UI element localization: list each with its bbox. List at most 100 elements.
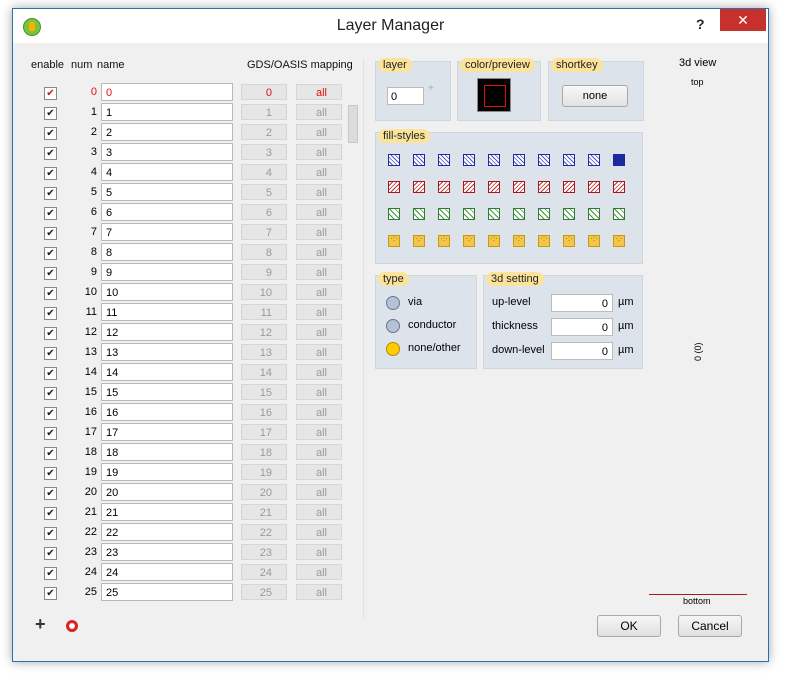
oasis-mapping-field[interactable]: all [296, 224, 342, 240]
fill-style-swatch[interactable] [513, 234, 525, 247]
fill-style-swatch[interactable] [563, 181, 575, 193]
layer-name-input[interactable]: 8 [101, 243, 233, 261]
layer-name-input[interactable]: 15 [101, 383, 233, 401]
oasis-mapping-field[interactable]: all [296, 204, 342, 220]
gds-mapping-field[interactable]: 12 [241, 324, 287, 340]
enable-checkbox[interactable]: ✔ [44, 87, 57, 100]
layer-name-input[interactable]: 11 [101, 303, 233, 321]
fill-style-swatch[interactable] [413, 154, 425, 166]
enable-checkbox[interactable]: ✔ [44, 207, 57, 220]
enable-checkbox[interactable]: ✔ [44, 427, 57, 440]
layer-name-input[interactable]: 24 [101, 563, 233, 581]
oasis-mapping-field[interactable]: all [296, 264, 342, 280]
enable-checkbox[interactable]: ✔ [44, 227, 57, 240]
fill-style-swatch[interactable] [488, 154, 500, 166]
layer-name-input[interactable]: 6 [101, 203, 233, 221]
layer-name-input[interactable]: 0 [101, 83, 233, 101]
enable-checkbox[interactable]: ✔ [44, 587, 57, 600]
layer-input[interactable]: 0 [387, 87, 424, 105]
gds-mapping-field[interactable]: 6 [241, 204, 287, 220]
via-radio[interactable] [386, 296, 400, 310]
layer-name-input[interactable]: 7 [101, 223, 233, 241]
spin-up-icon[interactable]: + [428, 83, 434, 94]
enable-checkbox[interactable]: ✔ [44, 367, 57, 380]
enable-checkbox[interactable]: ✔ [44, 507, 57, 520]
fill-style-swatch[interactable] [538, 154, 550, 166]
gds-mapping-field[interactable]: 19 [241, 464, 287, 480]
layer-name-input[interactable]: 18 [101, 443, 233, 461]
enable-checkbox[interactable]: ✔ [44, 267, 57, 280]
gds-mapping-field[interactable]: 23 [241, 544, 287, 560]
fill-style-swatch[interactable] [588, 208, 600, 220]
gds-mapping-field[interactable]: 15 [241, 384, 287, 400]
gds-mapping-field[interactable]: 16 [241, 404, 287, 420]
layer-name-input[interactable]: 1 [101, 103, 233, 121]
enable-checkbox[interactable]: ✔ [44, 307, 57, 320]
gds-mapping-field[interactable]: 5 [241, 184, 287, 200]
add-layer-icon[interactable]: + [35, 614, 46, 635]
enable-checkbox[interactable]: ✔ [44, 407, 57, 420]
oasis-mapping-field[interactable]: all [296, 504, 342, 520]
oasis-mapping-field[interactable]: all [296, 384, 342, 400]
gds-mapping-field[interactable]: 25 [241, 584, 287, 600]
fill-style-swatch[interactable] [613, 234, 625, 247]
layer-name-input[interactable]: 4 [101, 163, 233, 181]
oasis-mapping-field[interactable]: all [296, 304, 342, 320]
gds-mapping-field[interactable]: 22 [241, 524, 287, 540]
layer-name-input[interactable]: 22 [101, 523, 233, 541]
layer-name-input[interactable]: 21 [101, 503, 233, 521]
fill-style-swatch[interactable] [438, 181, 450, 193]
fill-style-swatch[interactable] [388, 208, 400, 220]
oasis-mapping-field[interactable]: all [296, 464, 342, 480]
oasis-mapping-field[interactable]: all [296, 424, 342, 440]
oasis-mapping-field[interactable]: all [296, 184, 342, 200]
oasis-mapping-field[interactable]: all [296, 544, 342, 560]
layer-name-input[interactable]: 14 [101, 363, 233, 381]
gds-mapping-field[interactable]: 4 [241, 164, 287, 180]
layer-name-input[interactable]: 2 [101, 123, 233, 141]
gds-mapping-field[interactable]: 3 [241, 144, 287, 160]
table-scrollbar[interactable] [347, 95, 358, 605]
oasis-mapping-field[interactable]: all [296, 524, 342, 540]
fill-style-swatch[interactable] [438, 234, 450, 247]
layer-name-input[interactable]: 19 [101, 463, 233, 481]
down-level-input[interactable]: 0 [551, 342, 613, 360]
cancel-button[interactable]: Cancel [678, 615, 742, 637]
lifebuoy-icon[interactable] [66, 620, 78, 632]
fill-style-swatch[interactable] [563, 208, 575, 220]
oasis-mapping-field[interactable]: all [296, 344, 342, 360]
up-level-input[interactable]: 0 [551, 294, 613, 312]
enable-checkbox[interactable]: ✔ [44, 167, 57, 180]
enable-checkbox[interactable]: ✔ [44, 327, 57, 340]
oasis-mapping-field[interactable]: all [296, 584, 342, 600]
enable-checkbox[interactable]: ✔ [44, 487, 57, 500]
fill-style-swatch[interactable] [588, 154, 600, 166]
fill-style-swatch[interactable] [388, 234, 400, 247]
fill-style-swatch[interactable] [413, 208, 425, 220]
fill-style-swatch[interactable] [463, 154, 475, 166]
gds-mapping-field[interactable]: 13 [241, 344, 287, 360]
enable-checkbox[interactable]: ✔ [44, 187, 57, 200]
fill-style-swatch[interactable] [438, 208, 450, 220]
layer-name-input[interactable]: 5 [101, 183, 233, 201]
layer-name-input[interactable]: 10 [101, 283, 233, 301]
gds-mapping-field[interactable]: 24 [241, 564, 287, 580]
gds-mapping-field[interactable]: 11 [241, 304, 287, 320]
fill-style-swatch[interactable] [438, 154, 450, 166]
enable-checkbox[interactable]: ✔ [44, 247, 57, 260]
close-button[interactable]: ✕ [720, 9, 766, 31]
gds-mapping-field[interactable]: 10 [241, 284, 287, 300]
oasis-mapping-field[interactable]: all [296, 364, 342, 380]
gds-mapping-field[interactable]: 0 [241, 84, 287, 100]
fill-style-swatch[interactable] [538, 208, 550, 220]
layer-name-input[interactable]: 16 [101, 403, 233, 421]
fill-style-swatch[interactable] [463, 181, 475, 193]
enable-checkbox[interactable]: ✔ [44, 447, 57, 460]
layer-name-input[interactable]: 12 [101, 323, 233, 341]
fill-style-swatch[interactable] [388, 181, 400, 193]
gds-mapping-field[interactable]: 9 [241, 264, 287, 280]
layer-name-input[interactable]: 3 [101, 143, 233, 161]
none-other-radio[interactable] [386, 342, 400, 356]
enable-checkbox[interactable]: ✔ [44, 567, 57, 580]
fill-style-swatch[interactable] [563, 154, 575, 166]
